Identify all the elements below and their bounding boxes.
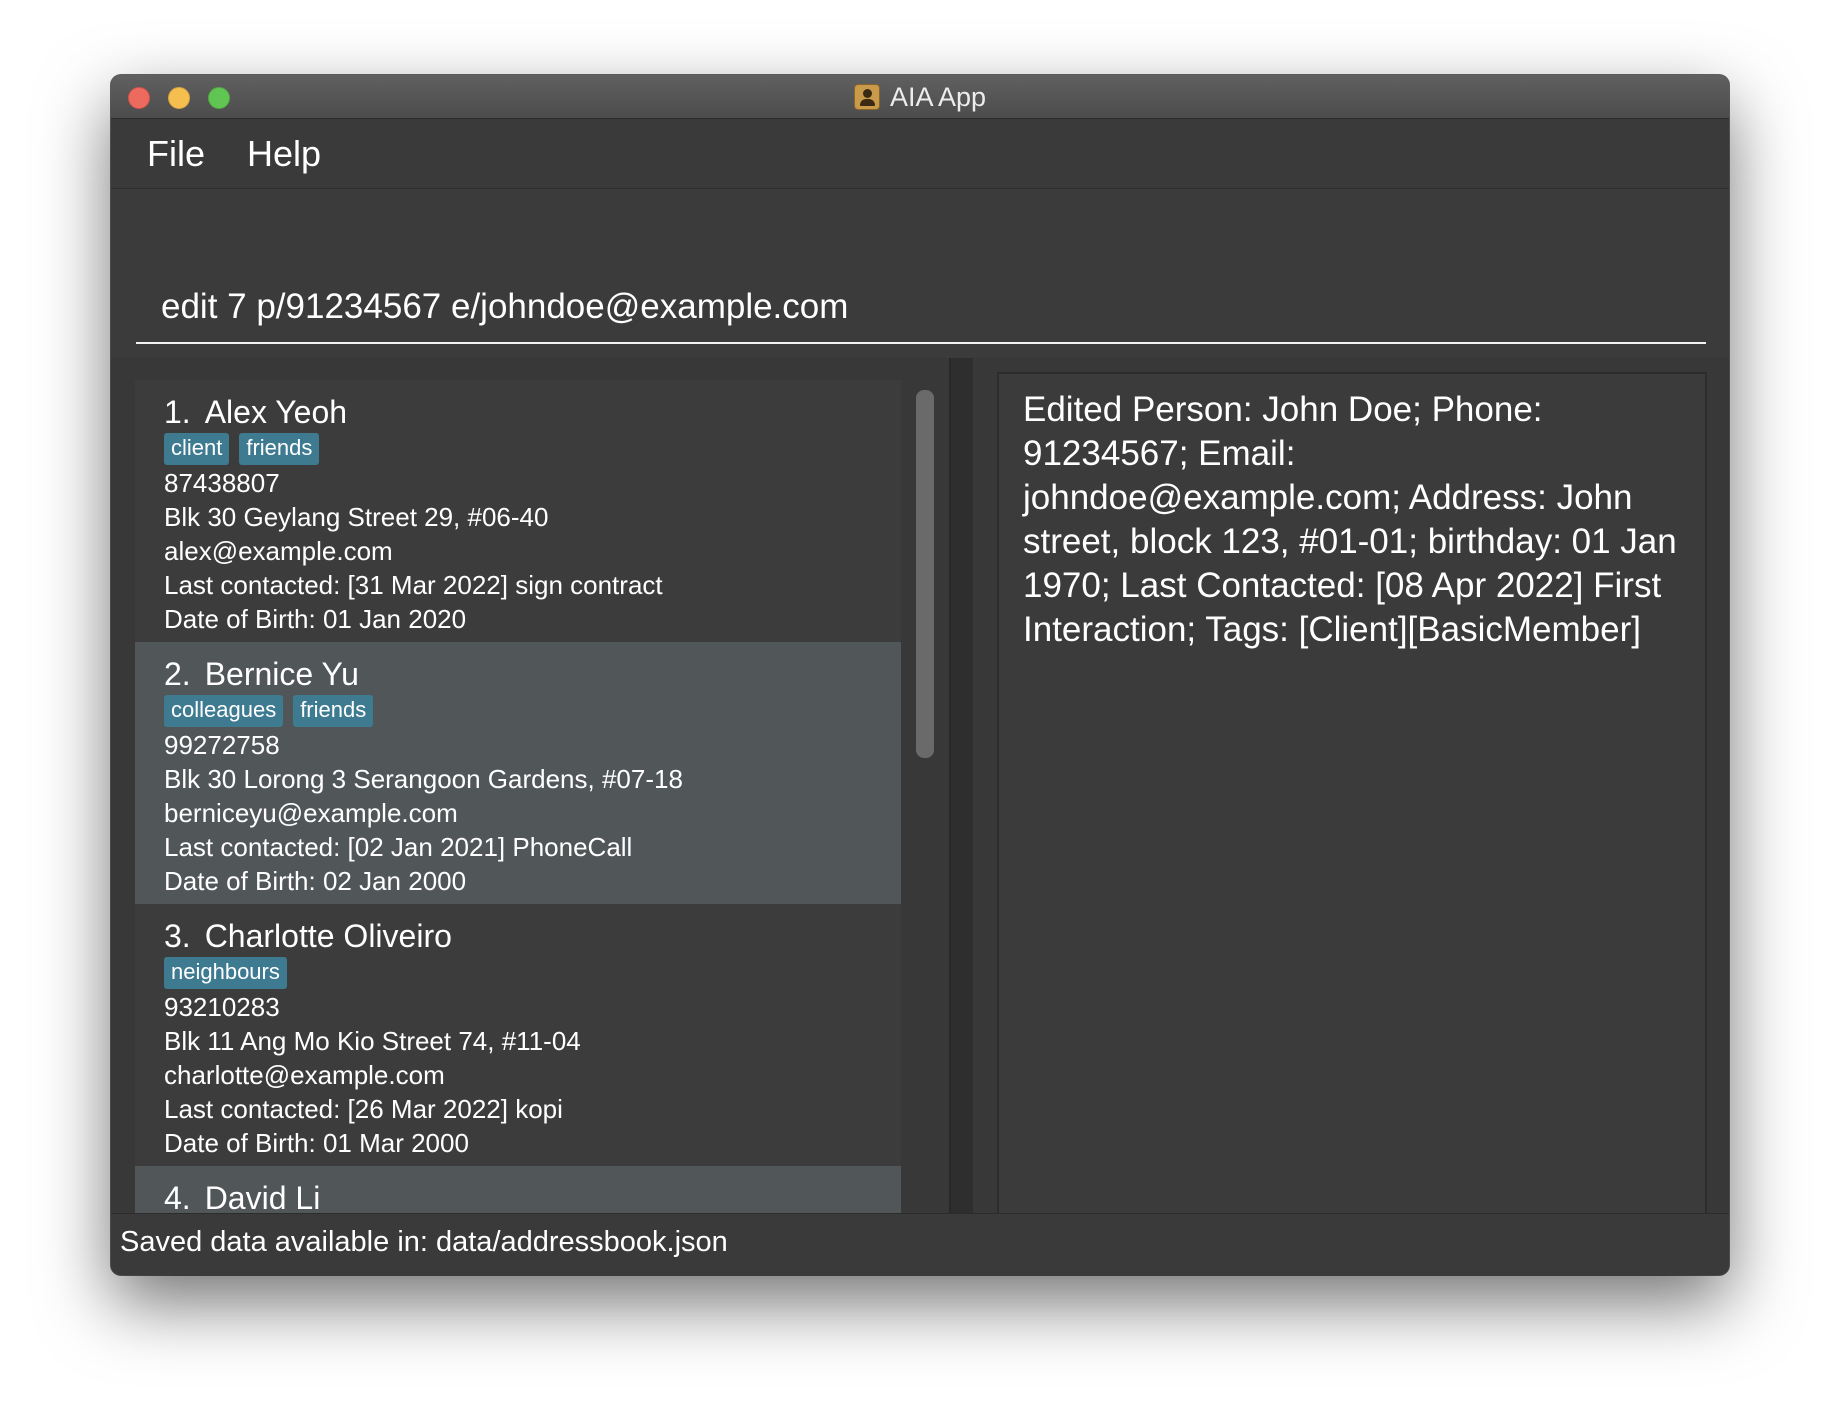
menu-file[interactable]: File (147, 133, 205, 175)
person-last-contacted: Last contacted: [02 Jan 2021] PhoneCall (164, 832, 633, 862)
tag-label: client (164, 433, 230, 465)
person-birthday: Date of Birth: 02 Jan 2000 (164, 866, 467, 896)
person-tags: client friends (164, 432, 901, 466)
person-name: Bernice Yu (204, 656, 359, 692)
person-card[interactable]: 1. Alex Yeoh client friends 87438807 Blk … (135, 380, 901, 642)
scrollbar-thumb[interactable] (916, 390, 934, 758)
person-list-panel: 1. Alex Yeoh client friends 87438807 Blk … (111, 358, 951, 1275)
person-name-row: 4. David Li (164, 1178, 901, 1218)
status-bar: Saved data available in: data/addressboo… (111, 1213, 1729, 1275)
person-index: 2. (164, 656, 191, 692)
person-name: David Li (204, 1180, 321, 1216)
person-name: Charlotte Oliveiro (204, 918, 452, 954)
title-bar: AIA App (111, 75, 1729, 119)
person-phone: 87438807 (164, 468, 280, 498)
command-input[interactable]: edit 7 p/91234567 e/johndoe@example.com (136, 190, 1706, 344)
person-tags: colleagues friends (164, 694, 901, 728)
result-display: Edited Person: John Doe; Phone: 91234567… (997, 372, 1707, 1275)
app-window: AIA App File Help edit 7 p/91234567 e/jo… (111, 75, 1729, 1275)
person-address: Blk 11 Ang Mo Kio Street 74, #11-04 (164, 1026, 581, 1056)
person-phone: 99272758 (164, 730, 280, 760)
menu-bar: File Help (111, 119, 1729, 189)
person-email: alex@example.com (164, 536, 393, 566)
person-card[interactable]: 2. Bernice Yu colleagues friends 99272758… (135, 642, 901, 904)
person-birthday: Date of Birth: 01 Jan 2020 (164, 604, 467, 634)
address-book-icon (853, 84, 880, 110)
person-address: Blk 30 Geylang Street 29, #06-40 (164, 502, 549, 532)
person-card[interactable]: 3. Charlotte Oliveiro neighbours 93210283… (135, 904, 901, 1166)
menu-help[interactable]: Help (247, 133, 321, 175)
person-name-row: 1. Alex Yeoh (164, 392, 901, 432)
tag-label: friends (239, 433, 320, 465)
tag-label: neighbours (164, 957, 287, 989)
result-panel: Edited Person: John Doe; Phone: 91234567… (973, 358, 1729, 1275)
person-list-scrollbar[interactable] (911, 380, 939, 1268)
person-tags: neighbours (164, 956, 901, 990)
window-title-group: AIA App (111, 75, 1729, 119)
person-address: Blk 30 Lorong 3 Serangoon Gardens, #07-1… (164, 764, 683, 794)
person-index: 1. (164, 394, 191, 430)
person-name-row: 3. Charlotte Oliveiro (164, 916, 901, 956)
command-box: edit 7 p/91234567 e/johndoe@example.com (111, 190, 1729, 358)
person-index: 3. (164, 918, 191, 954)
window-title: AIA App (889, 81, 987, 112)
main-panels: 1. Alex Yeoh client friends 87438807 Blk … (111, 358, 1729, 1275)
person-birthday: Date of Birth: 01 Mar 2000 (164, 1128, 469, 1158)
person-index: 4. (164, 1180, 191, 1216)
person-email: charlotte@example.com (164, 1060, 445, 1090)
tag-label: friends (293, 695, 374, 727)
tag-label: colleagues (164, 695, 284, 727)
person-email: berniceyu@example.com (164, 798, 458, 828)
person-phone: 93210283 (164, 992, 280, 1022)
command-text: edit 7 p/91234567 e/johndoe@example.com (161, 287, 849, 326)
person-list[interactable]: 1. Alex Yeoh client friends 87438807 Blk … (135, 380, 901, 1268)
person-name: Alex Yeoh (204, 394, 348, 430)
person-last-contacted: Last contacted: [31 Mar 2022] sign contr… (164, 570, 663, 600)
person-last-contacted: Last contacted: [26 Mar 2022] kopi (164, 1094, 563, 1124)
person-name-row: 2. Bernice Yu (164, 654, 901, 694)
